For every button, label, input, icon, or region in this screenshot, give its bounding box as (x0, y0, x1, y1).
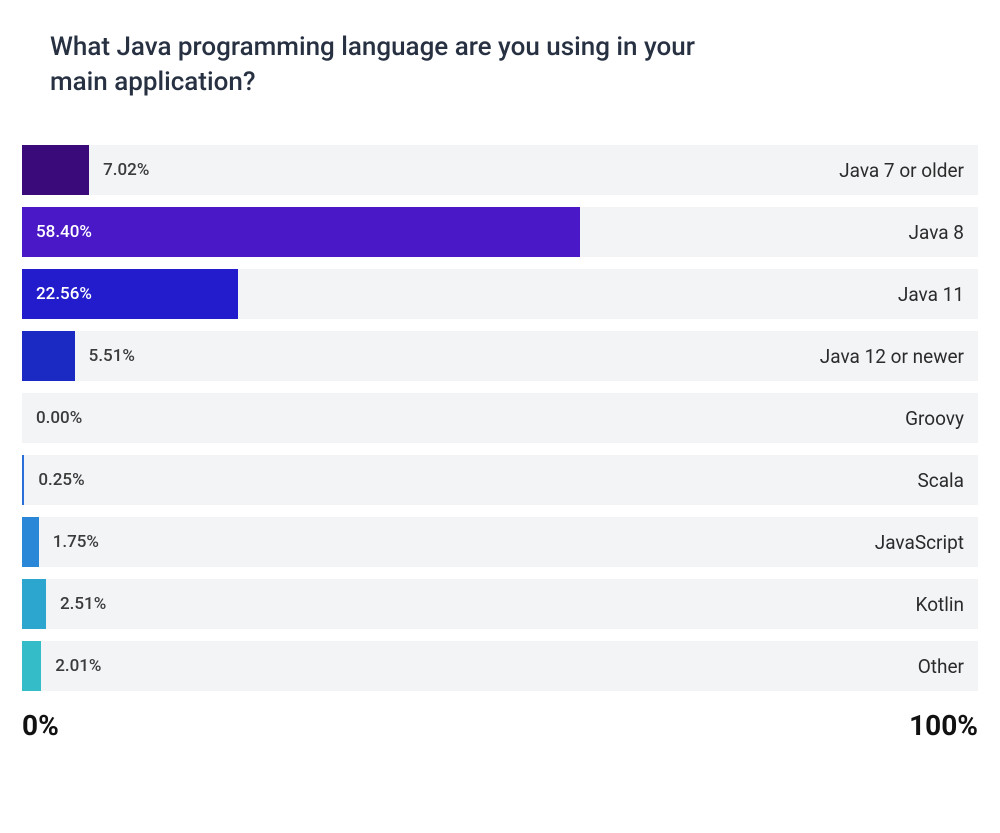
bar-list: 7.02% Java 7 or older 58.40% Java 8 22.56% Ja… (20, 145, 980, 691)
bar-fill (22, 641, 41, 691)
bar-row: 1.75% JavaScript (22, 517, 978, 567)
x-axis: 0% 100% (20, 691, 980, 742)
bar-percent-label: 22.56% (22, 284, 92, 304)
bar-category-label: Java 11 (898, 283, 978, 306)
bar-category-label: Java 8 (909, 221, 978, 244)
bar-category-label: Scala (917, 469, 978, 492)
bar-fill (22, 331, 75, 381)
bar-percent-label: 7.02% (103, 160, 149, 180)
bar-fill (22, 207, 580, 257)
bar-percent-label: 0.25% (38, 470, 84, 490)
bar-row: 0.25% Scala (22, 455, 978, 505)
bar-percent-label: 5.51% (89, 346, 135, 366)
bar-row: 58.40% Java 8 (22, 207, 978, 257)
chart-container: What Java programming language are you u… (0, 0, 1000, 762)
bar-category-label: Java 7 or older (839, 159, 978, 182)
bar-percent-label: 2.51% (60, 594, 106, 614)
bar-category-label: Groovy (905, 407, 978, 430)
bar-row: 0.00% Groovy (22, 393, 978, 443)
bar-row: 7.02% Java 7 or older (22, 145, 978, 195)
bar-row: 2.01% Other (22, 641, 978, 691)
bar-row: 5.51% Java 12 or newer (22, 331, 978, 381)
bar-fill (22, 455, 24, 505)
bar-fill (22, 579, 46, 629)
bar-category-label: Other (918, 655, 978, 678)
bar-fill (22, 517, 39, 567)
chart-title: What Java programming language are you u… (20, 30, 740, 100)
bar-percent-label: 0.00% (36, 408, 82, 428)
bar-category-label: Java 12 or newer (820, 345, 978, 368)
bar-percent-label: 58.40% (22, 222, 92, 242)
bar-row: 2.51% Kotlin (22, 579, 978, 629)
bar-percent-label: 1.75% (53, 532, 99, 552)
bar-row: 22.56% Java 11 (22, 269, 978, 319)
bar-fill (22, 145, 89, 195)
bar-percent-label: 2.01% (55, 656, 101, 676)
bar-category-label: Kotlin (916, 593, 978, 616)
bar-category-label: JavaScript (875, 531, 978, 554)
axis-max-label: 100% (909, 709, 978, 742)
axis-min-label: 0% (22, 709, 59, 742)
